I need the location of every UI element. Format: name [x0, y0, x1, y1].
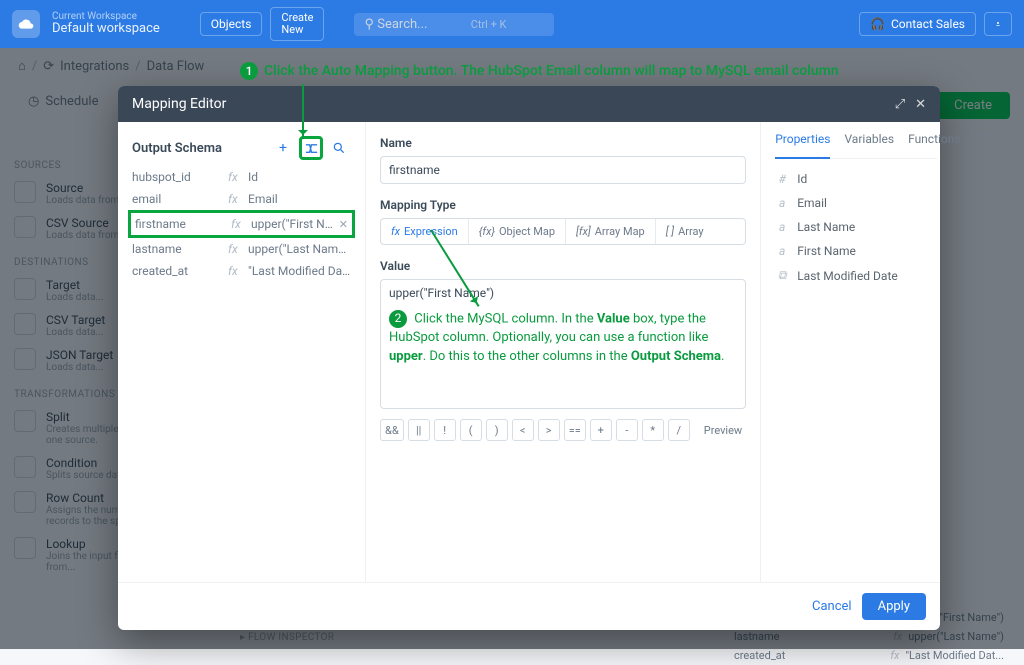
- app-logo[interactable]: [12, 10, 40, 38]
- mapping-type-label: Mapping Type: [380, 198, 746, 212]
- property-type-icon: a: [775, 244, 789, 258]
- tab-properties[interactable]: Properties: [775, 132, 830, 159]
- schema-row-name: lastname: [132, 242, 224, 256]
- value-input[interactable]: upper("First Name") 2 Click the MySQL co…: [380, 279, 746, 409]
- schema-row[interactable]: hubspot_idfxId: [132, 166, 351, 188]
- topbar: Current Workspace Default workspace Obje…: [0, 0, 1024, 48]
- search-icon: ⚲: [364, 17, 374, 32]
- name-input[interactable]: [380, 156, 746, 184]
- workspace-label: Current Workspace: [52, 11, 160, 22]
- tab-array[interactable]: [ ]Array: [656, 219, 714, 244]
- schema-row-value: Id: [248, 170, 351, 184]
- property-row[interactable]: a Email: [775, 191, 937, 215]
- property-type-icon: #: [775, 172, 789, 186]
- operator-button[interactable]: ==: [564, 419, 586, 441]
- page: ⌂ / ⟳ Integrations / Data Flow ◷ Schedul…: [0, 48, 1024, 649]
- operator-button[interactable]: /: [668, 419, 690, 441]
- property-row[interactable]: a First Name: [775, 239, 937, 263]
- operator-button[interactable]: ): [486, 419, 508, 441]
- tab-functions[interactable]: Functions: [908, 132, 961, 152]
- schema-row-name: hubspot_id: [132, 170, 224, 184]
- schema-row-name: firstname: [135, 217, 227, 231]
- tab-variables[interactable]: Variables: [844, 132, 894, 152]
- schema-row-name: email: [132, 192, 224, 206]
- tab-object-map[interactable]: {fx}Object Map: [469, 219, 566, 244]
- schema-row-value: "Last Modified Dat...: [248, 264, 351, 278]
- operator-button[interactable]: -: [616, 419, 638, 441]
- tab-array-map[interactable]: [fx]Array Map: [566, 219, 656, 244]
- clear-icon[interactable]: ✕: [339, 218, 348, 231]
- value-label: Value: [380, 259, 746, 273]
- search-input[interactable]: ⚲ Search... Ctrl + K: [354, 13, 554, 36]
- user-avatar[interactable]: [984, 12, 1012, 36]
- schema-row-value: Email: [248, 192, 351, 206]
- operator-button[interactable]: >: [538, 419, 560, 441]
- name-label: Name: [380, 136, 746, 150]
- property-row[interactable]: a Last Name: [775, 215, 937, 239]
- modal-title: Mapping Editor: [132, 96, 226, 112]
- mapping-detail-panel: Name Mapping Type fxExpression {fx}Objec…: [366, 122, 761, 582]
- schema-row[interactable]: firstnamefxupper("First Name")✕: [128, 210, 355, 238]
- modal-footer: Cancel Apply: [118, 582, 940, 630]
- property-row[interactable]: # Id: [775, 167, 937, 191]
- search-placeholder: Search...: [377, 17, 427, 32]
- schema-row[interactable]: lastnamefxupper("Last Name"): [132, 238, 351, 260]
- schema-row[interactable]: created_atfx"Last Modified Dat...: [132, 260, 351, 282]
- contact-sales-button[interactable]: 🎧 Contact Sales: [859, 12, 976, 36]
- objects-button[interactable]: Objects: [200, 12, 263, 36]
- output-schema-panel: Output Schema + hubspot_idfxIdemailfxEma…: [118, 122, 366, 582]
- cancel-button[interactable]: Cancel: [812, 593, 852, 620]
- add-icon[interactable]: +: [271, 136, 295, 160]
- apply-button[interactable]: Apply: [862, 593, 926, 620]
- modal-header: Mapping Editor ⤢ ✕: [118, 86, 940, 122]
- property-type-icon: a: [775, 196, 789, 210]
- operator-button[interactable]: &&: [380, 419, 404, 441]
- operator-button[interactable]: +: [590, 419, 612, 441]
- operator-button[interactable]: *: [642, 419, 664, 441]
- workspace-name: Default workspace: [52, 22, 160, 36]
- mapping-type-tabs: fxExpression {fx}Object Map [fx]Array Ma…: [380, 218, 746, 245]
- preview-button[interactable]: Preview: [700, 419, 746, 441]
- property-name: Last Modified Date: [797, 269, 898, 283]
- mapping-editor-modal: Mapping Editor ⤢ ✕ Output Schema +: [118, 86, 940, 630]
- workspace-switcher[interactable]: Current Workspace Default workspace: [52, 11, 160, 36]
- operator-button[interactable]: !: [434, 419, 456, 441]
- property-name: First Name: [797, 244, 856, 258]
- property-row[interactable]: ⧉ Last Modified Date: [775, 263, 937, 288]
- operator-button[interactable]: (: [460, 419, 482, 441]
- value-code: upper("First Name"): [389, 286, 737, 300]
- annotation-1-arrow: [302, 84, 304, 139]
- objects-label: Objects: [211, 17, 252, 31]
- operator-button[interactable]: <: [512, 419, 534, 441]
- expand-icon[interactable]: ⤢: [895, 97, 905, 112]
- tab-expression[interactable]: fxExpression: [381, 219, 469, 244]
- property-name: Email: [797, 196, 827, 210]
- close-icon[interactable]: ✕: [915, 97, 926, 112]
- property-type-icon: a: [775, 220, 789, 234]
- create-new-button[interactable]: Create New: [270, 7, 324, 41]
- schema-row-name: created_at: [132, 264, 224, 278]
- search-props-icon[interactable]: [975, 132, 988, 152]
- schema-row-value: upper("First Name"): [251, 217, 335, 231]
- annotation-2: 2 Click the MySQL column. In the Value b…: [389, 310, 737, 367]
- headset-icon: 🎧: [870, 17, 885, 31]
- output-schema-title: Output Schema: [132, 141, 222, 156]
- operator-button[interactable]: ||: [408, 419, 430, 441]
- search-schema-icon[interactable]: [327, 136, 351, 160]
- schema-row-value: upper("Last Name"): [248, 242, 351, 256]
- annotation-1: 1 Click the Auto Mapping button. The Hub…: [240, 62, 839, 80]
- contact-sales-label: Contact Sales: [891, 17, 965, 31]
- shortcut-hint: Ctrl + K: [431, 18, 507, 31]
- property-name: Id: [797, 172, 807, 186]
- property-name: Last Name: [797, 220, 855, 234]
- operator-toolbar: &&||!()<>==+-*/ Preview: [380, 419, 746, 441]
- property-type-icon: ⧉: [775, 268, 789, 283]
- schema-row[interactable]: emailfxEmail: [132, 188, 351, 210]
- properties-panel: Properties Variables Functions #IdaEmail…: [761, 122, 951, 582]
